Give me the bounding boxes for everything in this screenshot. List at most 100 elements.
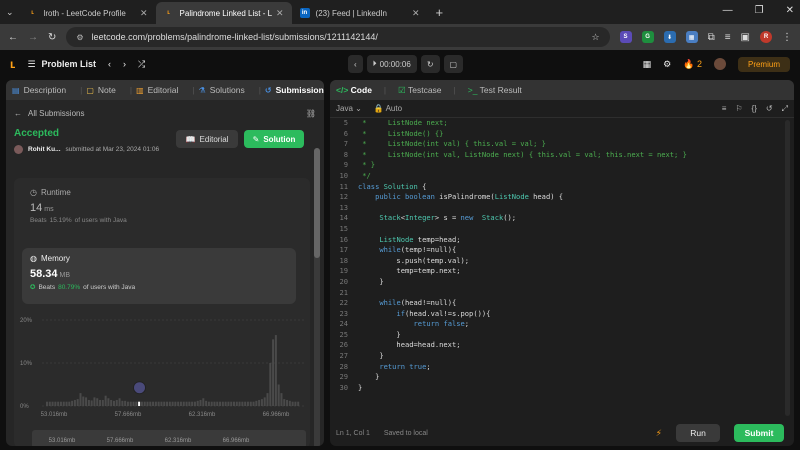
code-line[interactable]: 8 * ListNode(int val, ListNode next) { t… [330,150,794,161]
back-arrow-icon[interactable]: ← [8,32,18,43]
chart-bar[interactable] [135,401,138,406]
tab-note[interactable]: ▢ Note [86,85,116,95]
back-to-submissions[interactable]: ← All Submissions ⛓ [14,106,316,120]
chart-bar[interactable] [260,399,263,406]
shuffle-icon[interactable]: ⤮ [138,59,145,70]
chart-bar[interactable] [185,401,188,406]
chart-bar[interactable] [93,397,96,406]
chart-bar[interactable] [57,401,60,406]
tab-testcase[interactable]: ☑ Testcase [398,85,441,96]
chart-bar[interactable] [283,399,286,406]
chart-bar[interactable] [115,399,118,406]
tab-test-result[interactable]: >_ Test Result [468,85,522,95]
scroll-thumb[interactable] [314,148,320,258]
browser-tab-linkedin[interactable]: in (23) Feed | LinkedIn ✕ [292,2,428,24]
bookmark-star-icon[interactable]: ☆ [591,32,599,43]
chart-bar[interactable] [291,401,294,406]
code-line[interactable]: 6 * ListNode() {} [330,129,794,140]
code-line[interactable]: 26 head=head.next; [330,340,794,351]
chart-bar[interactable] [244,401,247,406]
close-icon[interactable]: ✕ [276,8,284,19]
avatar[interactable] [14,145,23,154]
chart-bar[interactable] [193,401,196,406]
chart-bar[interactable] [110,399,113,406]
chart-bar[interactable] [179,401,182,406]
chart-bar[interactable] [71,400,74,406]
chart-bar[interactable] [202,398,205,406]
chart-bar[interactable] [288,400,291,406]
prev-problem-icon[interactable]: ‹ [108,59,111,69]
language-select[interactable]: Java ⌄ [336,104,362,113]
code-line[interactable]: 21 [330,288,794,299]
download-extension-icon[interactable]: ⬇ [663,31,676,43]
close-icon[interactable]: ✕ [140,8,148,19]
chart-bar[interactable] [199,399,202,406]
restore-icon[interactable]: ❐ [755,5,764,16]
code-line[interactable]: 23 if(head.val!=s.pop()){ [330,309,794,320]
chart-bar[interactable] [272,339,275,406]
chart-bar[interactable] [233,401,236,406]
left-scrollbar[interactable] [314,148,320,446]
autocomplete-mode[interactable]: 🔒 Auto [374,104,402,113]
code-line[interactable]: 15 [330,224,794,235]
code-line[interactable]: 29 } [330,372,794,383]
chart-bar[interactable] [188,401,191,406]
tab-solutions[interactable]: ⚗ Solutions [199,85,245,95]
chart-bar[interactable] [76,399,79,406]
chart-bar[interactable] [249,401,252,406]
chart-bar[interactable] [227,401,230,406]
chart-bar[interactable] [238,401,241,406]
tab-search-icon[interactable]: ⌄ [6,7,14,18]
browser-tab-problem[interactable]: ʟ Palindrome Linked List - LeetCo ✕ [155,2,292,24]
forward-arrow-icon[interactable]: → [28,32,38,43]
grammarly-icon[interactable]: G [641,31,654,43]
braces-icon[interactable]: {} [752,104,757,114]
chart-bar[interactable] [149,401,152,406]
code-line[interactable]: 12 public boolean isPalindrome(ListNode … [330,192,794,203]
timer-button[interactable]: ⏵ 00:00:06 [366,55,417,73]
chart-bar[interactable] [213,401,216,406]
chart-bar[interactable] [46,401,48,406]
chart-bar[interactable] [294,401,297,406]
chart-bar[interactable] [118,398,121,406]
chart-bar[interactable] [65,401,68,406]
chart-bar[interactable] [54,401,57,406]
user-avatar[interactable] [713,58,726,70]
chart-bar[interactable] [107,398,110,406]
chart-bar[interactable] [160,401,163,406]
bookmark-icon[interactable]: ⚐ [735,104,742,114]
settings-gear-icon[interactable]: ⚙ [663,59,671,70]
run-button[interactable]: Run [676,424,720,442]
chart-bar[interactable] [129,401,132,406]
chart-bar[interactable] [196,400,199,406]
chart-bar[interactable] [112,400,115,406]
next-problem-icon[interactable]: › [123,59,126,69]
chart-bar[interactable] [51,401,54,406]
code-line[interactable]: 13 [330,203,794,214]
editor-scrollbar[interactable] [785,120,790,416]
chart-bar[interactable] [146,401,149,406]
chart-bar[interactable] [90,400,93,406]
chart-bar[interactable] [59,401,62,406]
chart-bar[interactable] [216,401,219,406]
streak[interactable]: 🔥 2 [683,59,702,70]
chart-bar[interactable] [224,401,227,406]
browser-tab-profile[interactable]: ʟ lroth - LeetCode Profile ✕ [20,2,156,24]
chart-bar[interactable] [87,399,90,406]
chart-bar[interactable] [235,401,238,406]
reset-icon[interactable]: ↺ [766,104,773,114]
timer-reset-icon[interactable]: ↻ [420,55,440,73]
extension-icon[interactable]: S [619,31,632,43]
expand-icon[interactable]: ⤢ [782,104,788,114]
chart-bar[interactable] [124,400,127,406]
layout-icon[interactable]: ▦ [643,59,652,70]
chart-range-slider[interactable]: 53.016mb 57.666mb 62.316mb 66.966mb [32,430,306,446]
premium-button[interactable]: Premium [737,56,790,72]
chart-bar[interactable] [104,395,107,406]
chart-bar[interactable] [263,397,266,406]
username[interactable]: Rohit Ku... [28,146,61,153]
timer-prev-icon[interactable]: ‹ [348,55,363,73]
chart-bar[interactable] [207,401,210,406]
code-line[interactable]: 20 } [330,277,794,288]
chart-bar[interactable] [297,401,300,406]
